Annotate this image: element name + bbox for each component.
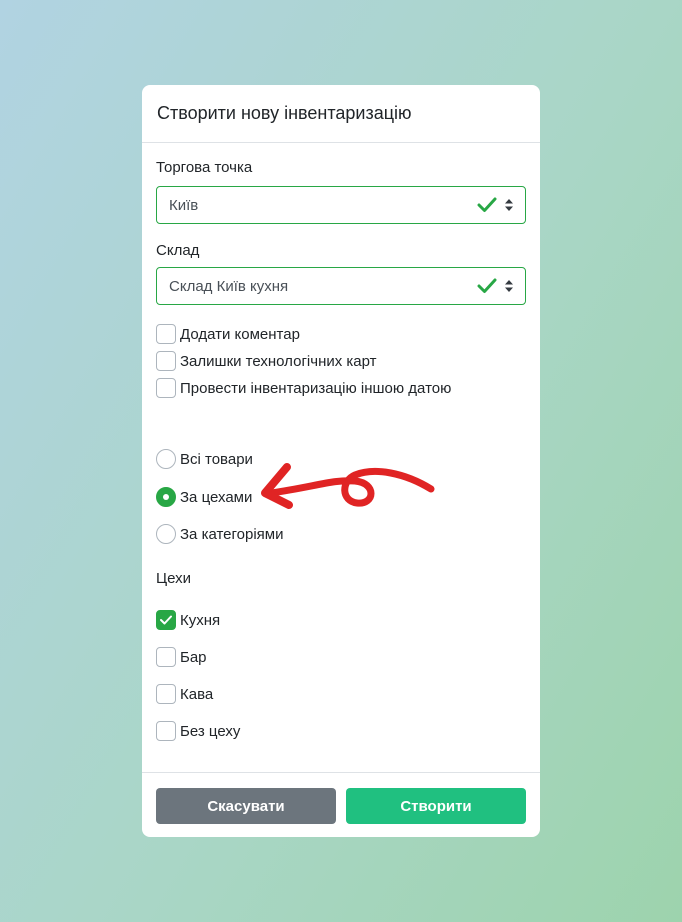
workshop-label: Без цеху xyxy=(180,722,241,740)
radio-by-workshops[interactable]: За цехами xyxy=(156,487,252,507)
cancel-button[interactable]: Скасувати xyxy=(156,788,336,824)
option-tech-card-balances[interactable]: Залишки технологічних карт xyxy=(156,351,377,371)
warehouse-select[interactable]: Склад Київ кухня xyxy=(156,267,526,305)
checkbox[interactable] xyxy=(156,324,176,344)
store-select[interactable]: Київ xyxy=(156,186,526,224)
option-other-date[interactable]: Провести інвентаризацію іншою датою xyxy=(156,378,451,398)
checkbox[interactable] xyxy=(156,351,176,371)
radio-by-categories[interactable]: За категоріями xyxy=(156,524,284,544)
radio-all-products[interactable]: Всі товари xyxy=(156,449,253,469)
modal-header: Створити нову інвентаризацію xyxy=(142,85,540,143)
modal-title: Створити нову інвентаризацію xyxy=(157,103,412,123)
workshop-bar[interactable]: Бар xyxy=(156,647,207,667)
option-label: Провести інвентаризацію іншою датою xyxy=(180,379,452,397)
checkbox[interactable] xyxy=(156,684,176,704)
check-icon xyxy=(477,278,497,293)
check-icon xyxy=(160,615,172,625)
option-add-comment[interactable]: Додати коментар xyxy=(156,324,300,344)
checkbox-checked[interactable] xyxy=(156,610,176,630)
sort-caret-icon xyxy=(505,280,513,292)
radio-label: За цехами xyxy=(180,488,253,506)
store-select-value: Київ xyxy=(169,196,199,214)
sort-caret-icon xyxy=(505,199,513,211)
radio-button-selected[interactable] xyxy=(156,487,176,507)
warehouse-label: Склад xyxy=(156,242,200,259)
workshops-label: Цехи xyxy=(156,570,191,587)
modal-footer: Скасувати Створити xyxy=(142,772,540,837)
workshop-none[interactable]: Без цеху xyxy=(156,721,240,741)
radio-label: За категоріями xyxy=(180,525,284,543)
option-label: Додати коментар xyxy=(180,325,300,343)
radio-button[interactable] xyxy=(156,449,176,469)
radio-button[interactable] xyxy=(156,524,176,544)
checkbox[interactable] xyxy=(156,721,176,741)
annotation-arrow-icon xyxy=(261,463,435,509)
checkbox[interactable] xyxy=(156,647,176,667)
workshop-kitchen[interactable]: Кухня xyxy=(156,610,220,630)
workshop-label: Бар xyxy=(180,648,207,666)
checkbox[interactable] xyxy=(156,378,176,398)
store-label: Торгова точка xyxy=(156,159,253,176)
check-icon xyxy=(477,197,497,212)
workshop-coffee[interactable]: Кава xyxy=(156,684,213,704)
warehouse-select-value: Склад Київ кухня xyxy=(169,277,289,295)
create-button[interactable]: Створити xyxy=(346,788,526,824)
radio-label: Всі товари xyxy=(180,450,253,468)
option-label: Залишки технологічних карт xyxy=(180,352,377,370)
workshop-label: Кава xyxy=(180,685,214,703)
workshop-label: Кухня xyxy=(180,611,221,629)
